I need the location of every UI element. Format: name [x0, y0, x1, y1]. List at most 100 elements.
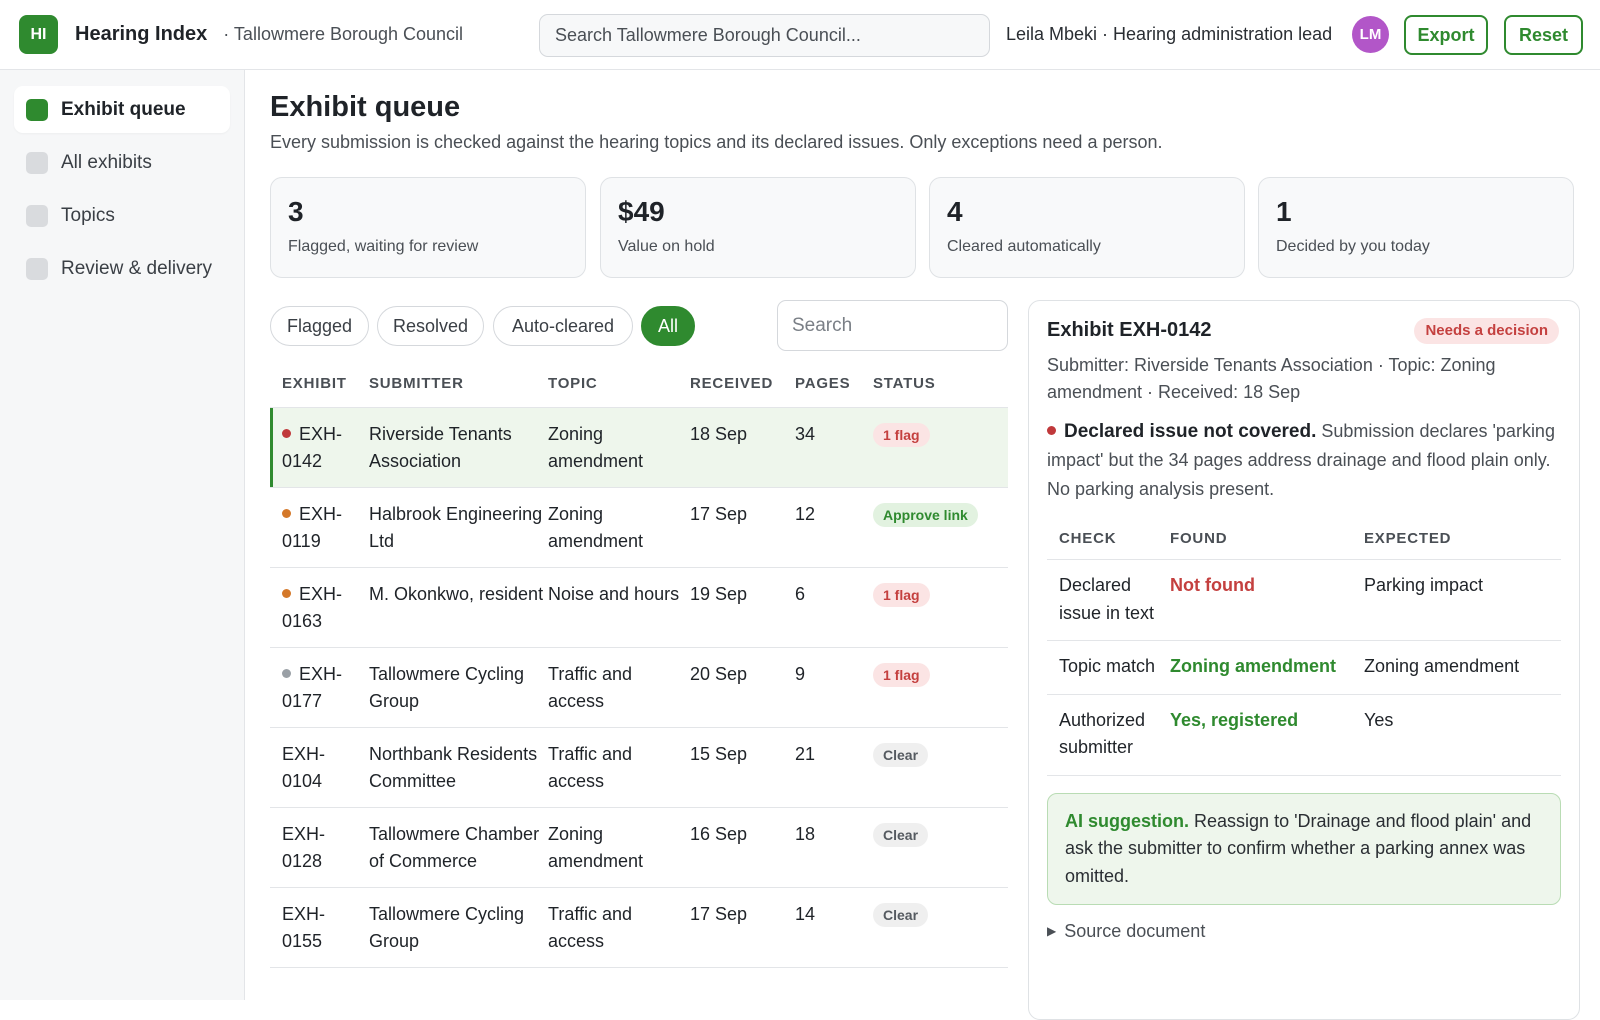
issue-title: Declared issue not covered.: [1064, 421, 1317, 442]
exhibit-id-prefix: EXH-: [299, 584, 343, 604]
user-label: Leila Mbeki · Hearing administration lea…: [1006, 24, 1333, 44]
filter-chip-flagged[interactable]: Flagged: [270, 306, 369, 346]
table-row[interactable]: EXH- 0104 Northbank Residents Committee T…: [270, 728, 1008, 808]
check-name: Declared issue in text: [1059, 575, 1155, 623]
exhibit-id-prefix: EXH-: [282, 904, 326, 924]
cell-exhibit: EXH- 0177: [270, 661, 369, 714]
cell-received: 16 Sep: [690, 824, 748, 844]
column-header-received[interactable]: RECEIVED: [690, 375, 795, 392]
caret-right-icon: ▶: [1047, 924, 1057, 938]
stat-card-value-on-hold: $49 Value on hold: [600, 177, 916, 278]
check-found: Zoning amendment: [1170, 656, 1336, 676]
check-row: Topic match Zoning amendment Zoning amen…: [1047, 641, 1561, 695]
exhibit-id-number: 0104: [282, 770, 323, 791]
stat-label: Decided by you today: [1276, 238, 1430, 255]
column-header-submitter[interactable]: SUBMITTER: [369, 375, 548, 392]
cell-received: 18 Sep: [690, 424, 748, 444]
cell-status: Clear: [873, 741, 1008, 794]
sidebar-item-label: Review & delivery: [61, 257, 212, 279]
stat-label: Value on hold: [618, 238, 715, 255]
exhibit-detail-panel: Exhibit EXH-0142 Needs a decision Submit…: [1028, 300, 1580, 1020]
check-table: CHECK FOUND EXPECTED Declared issue in t…: [1047, 518, 1561, 776]
cell-submitter: M. Okonkwo, resident: [369, 584, 544, 604]
column-header-status[interactable]: STATUS: [873, 375, 1008, 392]
exhibit-id-prefix: EXH-: [282, 744, 326, 764]
check-found: Not found: [1170, 575, 1255, 595]
filter-chip-resolved[interactable]: Resolved: [377, 306, 484, 346]
sidebar-item-all-exhibits[interactable]: All exhibits: [14, 139, 230, 186]
table-row[interactable]: EXH- 0119 Halbrook Engineering Ltd Zoning…: [270, 488, 1008, 568]
column-header-exhibit[interactable]: EXHIBIT: [270, 375, 369, 392]
status-badge: Clear: [873, 823, 929, 847]
cell-pages: 18: [795, 824, 816, 844]
source-document-label: Source document: [1064, 921, 1206, 941]
table-search-input[interactable]: [777, 300, 1008, 351]
sidebar-item-label: All exhibits: [61, 151, 152, 173]
app-title: Hearing Index: [75, 23, 208, 45]
cell-submitter: Riverside Tenants Association: [369, 424, 512, 471]
stat-card-cleared: 4 Cleared automatically: [929, 177, 1245, 278]
column-header-found: FOUND: [1170, 530, 1228, 547]
organization-name: · Tallowmere Borough Council: [223, 24, 464, 44]
status-badge: 1 flag: [873, 583, 930, 607]
detail-meta: Submitter: Riverside Tenants Association…: [1047, 355, 1496, 402]
cell-submitter: Tallowmere Cycling Group: [369, 904, 525, 951]
cell-received: 17 Sep: [690, 504, 748, 524]
stat-label: Cleared automatically: [947, 238, 1101, 255]
cell-topic: Traffic and access: [548, 904, 633, 951]
table-row[interactable]: EXH- 0177 Tallowmere Cycling Group Traffi…: [270, 648, 1008, 728]
nav-square-icon: [26, 257, 48, 280]
cell-received: 20 Sep: [690, 664, 748, 684]
cell-status: Approve link: [873, 501, 1008, 554]
table-row[interactable]: EXH- 0163 M. Okonkwo, resident Noise and …: [270, 568, 1008, 648]
nav-square-icon: [26, 151, 48, 174]
cell-pages: 14: [795, 904, 816, 924]
status-dot-icon: [282, 589, 291, 598]
cell-received: 19 Sep: [690, 584, 748, 604]
status-badge[interactable]: Approve link: [873, 503, 978, 527]
cell-pages: 34: [795, 424, 816, 444]
cell-pages: 6: [795, 584, 806, 604]
nav-square-icon: [26, 98, 48, 121]
app-logo[interactable]: HI: [19, 15, 58, 54]
cell-submitter: Halbrook Engineering Ltd: [369, 504, 543, 551]
cell-status: 1 flag: [873, 421, 1008, 474]
exhibit-table: EXHIBIT SUBMITTER TOPIC RECEIVED PAGES S…: [270, 360, 1008, 968]
avatar[interactable]: LM: [1352, 16, 1389, 53]
cell-topic: Zoning amendment: [548, 424, 644, 471]
cell-status: 1 flag: [873, 581, 1008, 634]
sidebar-item-exhibit-queue[interactable]: Exhibit queue: [14, 86, 230, 133]
global-search-input[interactable]: [539, 14, 990, 57]
filter-chip-auto-cleared[interactable]: Auto-cleared: [493, 306, 633, 346]
cell-pages: 21: [795, 744, 816, 764]
check-expected: Yes: [1364, 709, 1394, 730]
cell-exhibit: EXH- 0163: [270, 581, 369, 634]
cell-received: 15 Sep: [690, 744, 748, 764]
cell-exhibit: EXH- 0155: [270, 901, 369, 954]
export-button[interactable]: Export: [1404, 15, 1488, 55]
sidebar: Exhibit queue All exhibits Topics Review…: [0, 70, 245, 1000]
cell-submitter: Northbank Residents Committee: [369, 744, 538, 791]
sidebar-item-review-delivery[interactable]: Review & delivery: [14, 245, 230, 292]
check-table-header: CHECK FOUND EXPECTED: [1047, 518, 1561, 560]
table-row[interactable]: EXH- 0128 Tallowmere Chamber of Commerce …: [270, 808, 1008, 888]
table-row[interactable]: EXH- 0155 Tallowmere Cycling Group Traffi…: [270, 888, 1008, 968]
cell-pages: 9: [795, 664, 806, 684]
table-header: EXHIBIT SUBMITTER TOPIC RECEIVED PAGES S…: [270, 360, 1008, 408]
exhibit-id-number: 0155: [282, 930, 323, 951]
status-badge: 1 flag: [873, 423, 930, 447]
cell-topic: Zoning amendment: [548, 824, 644, 871]
sidebar-item-topics[interactable]: Topics: [14, 192, 230, 239]
stat-value: 3: [288, 196, 304, 227]
reset-button[interactable]: Reset: [1504, 15, 1583, 55]
status-badge: 1 flag: [873, 663, 930, 687]
table-row[interactable]: EXH- 0142 Riverside Tenants Association Z…: [270, 408, 1008, 488]
cell-exhibit: EXH- 0128: [270, 821, 369, 874]
check-expected: Zoning amendment: [1364, 656, 1520, 676]
needs-decision-badge: Needs a decision: [1414, 318, 1559, 344]
cell-status: Clear: [873, 901, 1008, 954]
filter-chip-all[interactable]: All: [641, 306, 695, 346]
column-header-pages[interactable]: PAGES: [795, 375, 873, 392]
source-document-toggle[interactable]: ▶ Source document: [1047, 921, 1561, 942]
column-header-topic[interactable]: TOPIC: [548, 375, 690, 392]
